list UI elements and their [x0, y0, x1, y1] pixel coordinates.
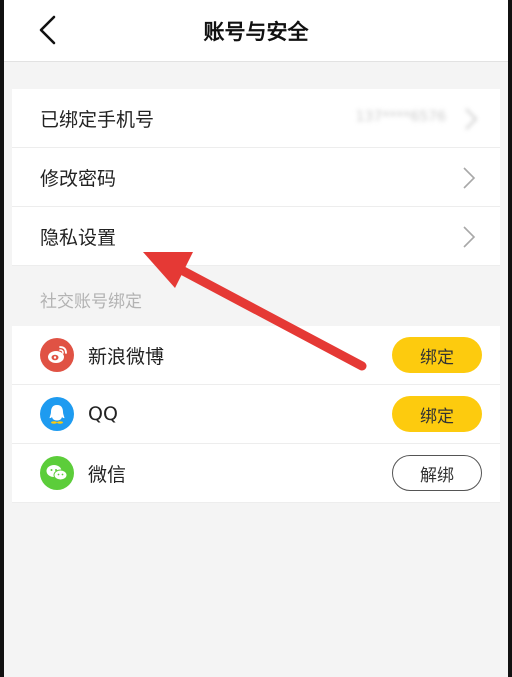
- chevron-right-icon: [463, 167, 476, 189]
- frame-edge-right: [508, 0, 512, 677]
- privacy-settings-label: 隐私设置: [40, 226, 117, 249]
- bind-weibo-button[interactable]: 绑定: [392, 337, 482, 373]
- wechat-icon: [40, 456, 74, 490]
- wechat-label: 微信: [88, 463, 127, 486]
- page-title: 账号与安全: [203, 20, 309, 44]
- social-row-weibo: 新浪微博 绑定: [12, 326, 500, 385]
- social-row-qq: QQ 绑定: [12, 385, 500, 444]
- qq-icon: [40, 397, 74, 431]
- social-row-wechat: 微信 解绑: [12, 444, 500, 503]
- change-password-label: 修改密码: [40, 167, 117, 190]
- qq-label: QQ: [88, 403, 118, 425]
- social-section-label: 社交账号绑定: [40, 292, 142, 312]
- unbind-wechat-button[interactable]: 解绑: [392, 455, 482, 491]
- nav-bar: 账号与安全: [4, 0, 508, 62]
- chevron-right-icon: [463, 226, 476, 248]
- account-security-screen: 账号与安全 已绑定手机号 137****6576 修改密码 隐私设置 社交账号绑…: [0, 0, 512, 677]
- chevron-right-icon: [465, 108, 478, 130]
- bound-phone-value: 137****6576: [355, 109, 446, 125]
- weibo-label: 新浪微博: [88, 345, 165, 368]
- bound-phone-label: 已绑定手机号: [40, 108, 155, 131]
- weibo-icon: [40, 338, 74, 372]
- bound-phone-row[interactable]: 已绑定手机号 137****6576: [12, 89, 500, 148]
- frame-edge-left: [0, 0, 4, 677]
- social-accounts-list: 新浪微博 绑定 QQ 绑定 微信 解绑: [12, 326, 500, 503]
- privacy-settings-row[interactable]: 隐私设置: [12, 207, 500, 266]
- bind-qq-button[interactable]: 绑定: [392, 396, 482, 432]
- settings-list: 已绑定手机号 137****6576 修改密码 隐私设置: [12, 89, 500, 266]
- change-password-row[interactable]: 修改密码: [12, 148, 500, 207]
